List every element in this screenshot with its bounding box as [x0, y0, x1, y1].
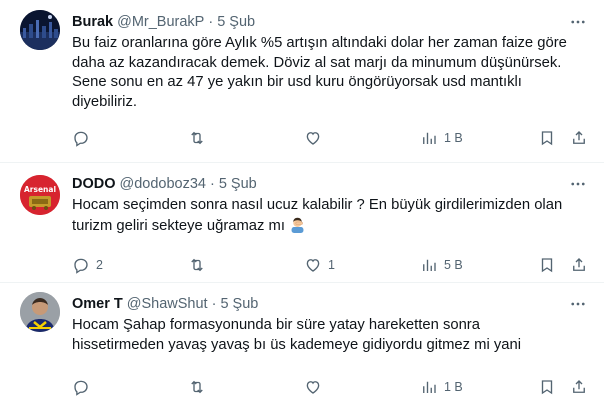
bookmark-button[interactable]	[538, 129, 556, 147]
author-handle[interactable]: @ShawShut	[127, 296, 208, 312]
separator-dot: ·	[208, 14, 214, 30]
bookmark-icon	[541, 380, 553, 395]
tweet-actions: 2 1 5 B	[72, 255, 588, 275]
author-handle[interactable]: @Mr_BurakP	[117, 14, 204, 30]
reply-count: 2	[96, 258, 103, 272]
avatar[interactable]	[20, 10, 60, 50]
retweet-icon	[191, 258, 203, 272]
like-count: 1	[328, 258, 335, 272]
views-button[interactable]: 1 B	[420, 129, 463, 147]
tweet[interactable]: Omer T @ShawShut · 5 Şub Hocam Şahap for…	[0, 283, 604, 401]
separator-dot: ·	[209, 176, 215, 192]
like-button[interactable]	[304, 129, 328, 147]
author-name[interactable]: Omer T	[72, 296, 123, 312]
reply-button[interactable]	[72, 378, 96, 396]
views-icon	[423, 259, 436, 271]
more-icon[interactable]	[568, 12, 588, 32]
man-facepalming-emoji	[289, 216, 306, 233]
tweet-header: Burak @Mr_BurakP · 5 Şub	[72, 12, 588, 32]
tweet-date[interactable]: 5 Şub	[217, 14, 255, 30]
heart-icon	[306, 381, 320, 394]
reply-icon	[74, 380, 88, 396]
heart-icon	[306, 132, 320, 145]
tweet-text-body: Hocam seçimden sonra nasıl ucuz kalabili…	[72, 197, 563, 234]
retweet-icon	[191, 131, 203, 145]
heart-icon	[306, 259, 320, 272]
tweet-date[interactable]: 5 Şub	[220, 296, 258, 312]
tweet[interactable]: Burak @Mr_BurakP · 5 Şub Bu faiz oranlar…	[0, 0, 604, 163]
reply-thread: Burak @Mr_BurakP · 5 Şub Bu faiz oranlar…	[0, 0, 604, 401]
share-icon	[573, 258, 585, 271]
views-count: 1 B	[444, 131, 463, 145]
reply-icon	[74, 131, 88, 147]
avatar[interactable]	[20, 292, 60, 332]
retweet-icon	[191, 380, 203, 394]
author-handle[interactable]: @dodoboz34	[120, 176, 206, 192]
views-icon	[423, 381, 436, 393]
tweet-header: DODO @dodoboz34 · 5 Şub	[72, 174, 588, 194]
author-name[interactable]: Burak	[72, 14, 113, 30]
views-button[interactable]: 1 B	[420, 378, 463, 396]
retweet-button[interactable]	[188, 256, 212, 274]
share-icon	[573, 380, 585, 393]
share-button[interactable]	[570, 256, 588, 274]
bookmark-icon	[541, 258, 553, 273]
views-icon	[423, 132, 436, 144]
author-name[interactable]: DODO	[72, 176, 116, 192]
tweet-actions: 1 B	[72, 128, 588, 148]
reply-button[interactable]	[72, 129, 96, 147]
tweet-text: Hocam seçimden sonra nasıl ucuz kalabili…	[72, 196, 588, 236]
bookmark-button[interactable]	[538, 256, 556, 274]
svg-text:Arsenal: Arsenal	[24, 185, 56, 194]
views-count: 5 B	[444, 258, 463, 272]
share-icon	[573, 131, 585, 144]
reply-icon	[74, 258, 88, 274]
views-count: 1 B	[444, 380, 463, 394]
tweet-date[interactable]: 5 Şub	[219, 176, 257, 192]
reply-button[interactable]: 2	[72, 256, 103, 274]
retweet-button[interactable]	[188, 378, 212, 396]
tweet-header: Omer T @ShawShut · 5 Şub	[72, 294, 588, 314]
more-icon[interactable]	[568, 294, 588, 314]
tweet-text: Hocam Şahap formasyonunda bir süre yatay…	[72, 317, 522, 353]
like-button[interactable]	[304, 378, 328, 396]
bookmark-button[interactable]	[538, 378, 556, 396]
retweet-button[interactable]	[188, 129, 212, 147]
avatar[interactable]: Arsenal	[20, 175, 60, 215]
views-button[interactable]: 5 B	[420, 256, 463, 274]
tweet[interactable]: Arsenal DODO @dodoboz34 · 5 Şub Hocam se…	[0, 163, 604, 283]
bookmark-icon	[541, 131, 553, 146]
tweet-text: Bu faiz oranlarına göre Aylık %5 artışın…	[72, 35, 567, 110]
more-icon[interactable]	[568, 174, 588, 194]
tweet-actions: 1 B	[72, 377, 588, 397]
like-button[interactable]: 1	[304, 256, 335, 274]
separator-dot: ·	[211, 296, 217, 312]
share-button[interactable]	[570, 378, 588, 396]
share-button[interactable]	[570, 129, 588, 147]
